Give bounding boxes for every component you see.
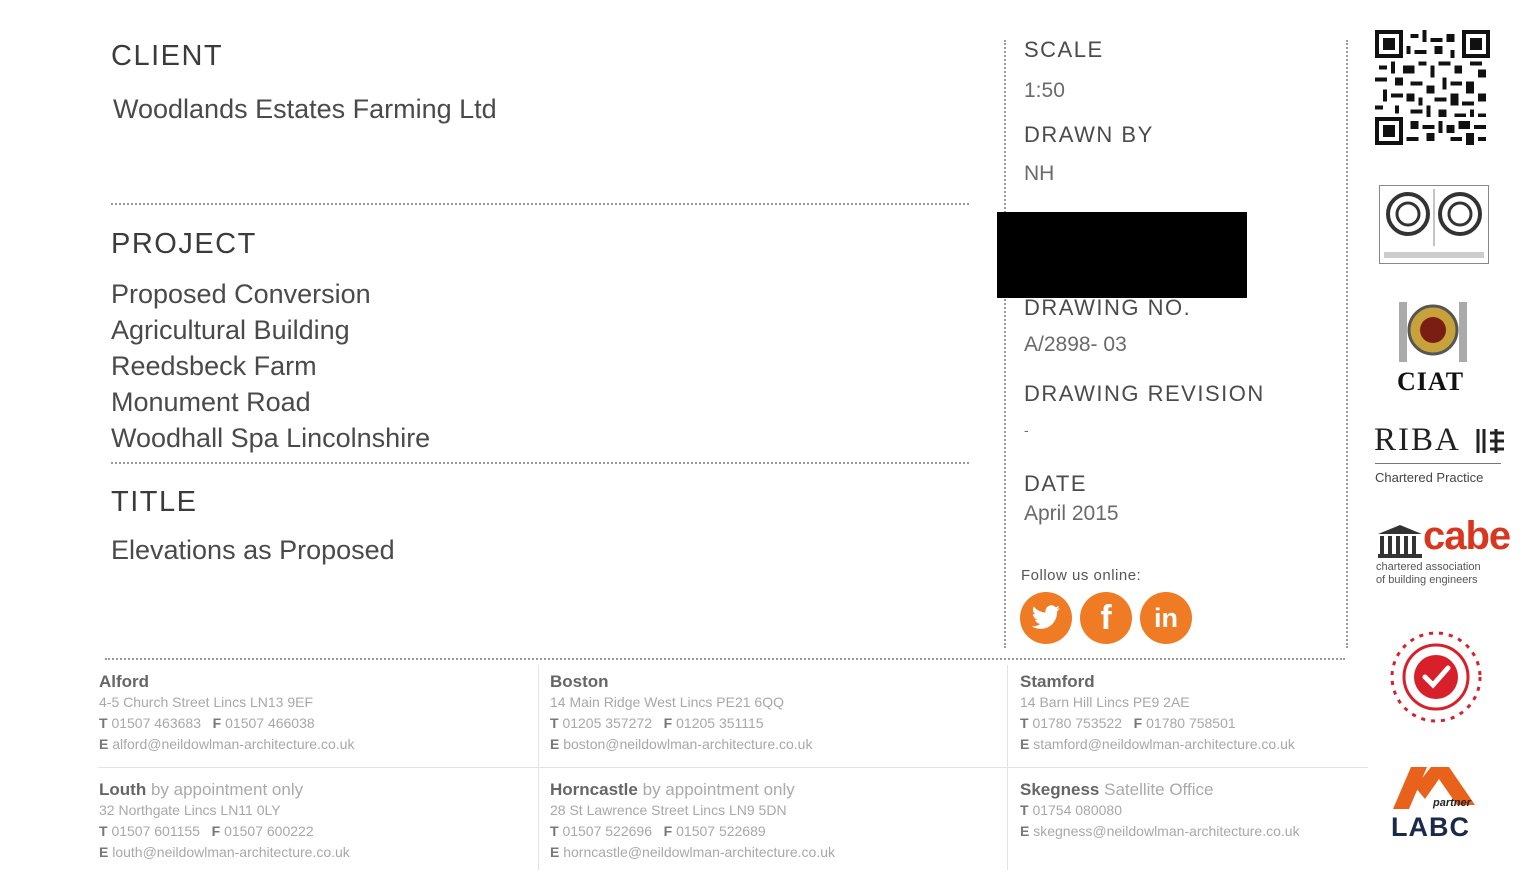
office-email[interactable]: boston@neildowlman-architecture.co.uk xyxy=(563,736,812,752)
office-fax: 01507 466038 xyxy=(225,715,315,731)
office-address: 28 St Lawrence Street Lincs LN9 5DN xyxy=(550,802,787,818)
office-address: 14 Barn Hill Lincs PE9 2AE xyxy=(1020,694,1190,710)
office-note: by appointment only xyxy=(642,780,795,799)
office-phone: 01780 753522 xyxy=(1032,715,1122,731)
drawing-no-label: DRAWING NO. xyxy=(1024,295,1192,320)
date-value: April 2015 xyxy=(1024,502,1119,525)
office-name: Stamford xyxy=(1020,672,1095,691)
riba-sub-text: Chartered Practice xyxy=(1375,470,1484,485)
divider xyxy=(111,462,969,464)
certification-seals-icon xyxy=(1379,185,1489,264)
project-heading: PROJECT xyxy=(111,228,257,260)
office-email[interactable]: stamford@neildowlman-architecture.co.uk xyxy=(1033,736,1295,752)
cabe-sub-text: chartered association of building engine… xyxy=(1376,561,1481,587)
footer-row-divider xyxy=(98,767,1368,768)
follow-label: Follow us online: xyxy=(1021,567,1142,584)
project-address: Proposed Conversion Agricultural Buildin… xyxy=(111,276,430,456)
office-phone: 01205 357272 xyxy=(562,715,652,731)
title-value: Elevations as Proposed xyxy=(111,535,395,565)
labc-partner-text: partner xyxy=(1433,797,1471,809)
office-address: 14 Main Ridge West Lincs PE21 6QQ xyxy=(550,694,784,710)
facebook-icon[interactable]: f xyxy=(1080,592,1132,644)
drawn-by-label: DRAWN BY xyxy=(1024,122,1154,147)
office-louth: Louth by appointment only 32 Northgate L… xyxy=(99,780,350,860)
office-boston: Boston 14 Main Ridge West Lincs PE21 6QQ… xyxy=(550,672,813,752)
office-fax: 01507 522689 xyxy=(676,823,766,839)
cabe-sub-line: chartered association xyxy=(1376,561,1481,573)
ciat-crest-icon xyxy=(1395,296,1471,368)
office-name: Boston xyxy=(550,672,609,691)
office-email[interactable]: louth@neildowlman-architecture.co.uk xyxy=(112,844,350,860)
riba-logo-text: RIBA xyxy=(1374,422,1461,458)
labc-logo-text: LABC xyxy=(1391,812,1470,842)
riba-lions-icon xyxy=(1474,425,1506,457)
project-line: Monument Road xyxy=(111,387,311,417)
redaction-block xyxy=(997,212,1247,298)
revision-value: - xyxy=(1024,422,1029,438)
quality-seal-icon xyxy=(1386,627,1486,727)
office-email[interactable]: alford@neildowlman-architecture.co.uk xyxy=(112,736,354,752)
footer-column-divider xyxy=(538,665,539,870)
office-phone: 01507 463683 xyxy=(111,715,201,731)
office-fax: 01780 758501 xyxy=(1146,715,1236,731)
project-line: Proposed Conversion xyxy=(111,279,371,309)
office-note: by appointment only xyxy=(150,780,304,799)
scale-label: SCALE xyxy=(1024,37,1104,62)
qr-code-icon xyxy=(1374,30,1491,145)
social-links: f in xyxy=(1020,592,1192,644)
project-line: Agricultural Building xyxy=(111,315,350,345)
office-alford: Alford 4-5 Church Street Lincs LN13 9EF … xyxy=(99,672,355,752)
drawing-no-value: A/2898- 03 xyxy=(1024,333,1127,356)
column-divider xyxy=(1346,40,1348,648)
office-name: Alford xyxy=(99,672,150,691)
scale-value: 1:50 xyxy=(1024,79,1065,102)
office-phone: 01754 080080 xyxy=(1032,802,1122,818)
project-line: Woodhall Spa Lincolnshire xyxy=(111,423,431,453)
office-name: Skegness xyxy=(1020,780,1100,799)
cabe-sub-line: of building engineers xyxy=(1376,574,1478,586)
column-divider xyxy=(1004,40,1006,648)
date-label: DATE xyxy=(1024,471,1088,496)
riba-underline xyxy=(1375,463,1501,464)
office-horncastle: Horncastle by appointment only 28 St Law… xyxy=(550,780,836,860)
revision-label: DRAWING REVISION xyxy=(1024,381,1265,406)
office-fax: 01507 600222 xyxy=(224,823,314,839)
footer-column-divider xyxy=(1007,665,1008,870)
office-email[interactable]: skegness@neildowlman-architecture.co.uk xyxy=(1033,823,1299,839)
office-fax: 01205 351115 xyxy=(676,715,764,731)
office-address: 4-5 Church Street Lincs LN13 9EF xyxy=(99,694,313,710)
project-line: Reedsbeck Farm xyxy=(111,351,317,381)
office-phone: 01507 601155 xyxy=(111,823,200,839)
footer-divider xyxy=(105,658,1345,660)
drawn-by-value: NH xyxy=(1024,162,1055,185)
cabe-logo-text: cabe xyxy=(1423,514,1511,558)
office-name: Louth xyxy=(99,780,147,799)
office-phone: 01507 522696 xyxy=(562,823,652,839)
office-address: 32 Northgate Lincs LN11 0LY xyxy=(99,802,281,818)
office-name: Horncastle xyxy=(550,780,638,799)
office-stamford: Stamford 14 Barn Hill Lincs PE9 2AE T 01… xyxy=(1020,672,1295,752)
client-name: Woodlands Estates Farming Ltd xyxy=(113,94,497,124)
linkedin-icon[interactable]: in xyxy=(1140,592,1192,644)
ciat-logo-text: CIAT xyxy=(1397,367,1465,396)
title-heading: TITLE xyxy=(111,486,198,518)
divider xyxy=(111,203,969,205)
office-note: Satellite Office xyxy=(1104,780,1214,799)
cabe-building-icon xyxy=(1376,524,1424,558)
client-heading: CLIENT xyxy=(111,40,224,72)
office-skegness: Skegness Satellite Office T 01754 080080… xyxy=(1020,780,1300,839)
office-email[interactable]: horncastle@neildowlman-architecture.co.u… xyxy=(563,844,835,860)
twitter-icon[interactable] xyxy=(1020,592,1072,644)
